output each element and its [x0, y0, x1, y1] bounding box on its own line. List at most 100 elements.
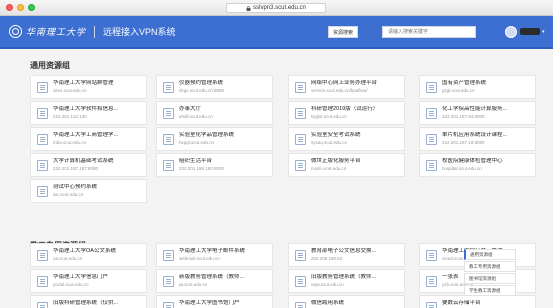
resource-card-text: 科研管理2019版（试运行） kyglxt.scut.edu.cn [311, 106, 378, 120]
resource-title: 微世正版化服务平台 [311, 158, 361, 164]
document-icon [295, 81, 306, 93]
resource-title: 化工学院高性能计算服务... [442, 106, 508, 112]
resource-card-text: 微世正版化服务平台 msdn.scut.edu.cn [311, 158, 361, 172]
resource-title: 华南理工大学OA公文系统 [53, 248, 116, 254]
resource-card[interactable]: 化工学院高性能计算服务... 222.201.187.84:8000 [419, 101, 536, 125]
resource-card[interactable]: 华南理工大学电子邮件系统 webmail.scut.edu.cn [156, 243, 273, 267]
resource-card-text: 华南理工大学网站群管理 sites.scut.edu.cn [53, 80, 114, 94]
resource-title: 教育部电子公文信息交换... [311, 248, 377, 254]
section-nav-item[interactable]: 学生教工资源组 [464, 285, 516, 296]
resource-url: jw.scut.edu.cn [179, 282, 208, 287]
resource-card[interactable]: 大学计算机基础考试系统 222.201.187.187:8080 [30, 153, 147, 177]
resource-card[interactable]: 教育部电子公文信息交换... 202.205.180.63 [288, 243, 405, 267]
search-input[interactable] [382, 26, 476, 38]
document-icon [426, 301, 437, 308]
resource-title: 组织生活平台 [179, 158, 213, 164]
resource-card-text: 化工学院高性能计算服务... 222.201.187.84:8000 [442, 106, 507, 120]
resource-card[interactable]: 测试中心预约系统 atc.scut.edu.cn [30, 179, 147, 203]
resource-card[interactable]: 仪器预约管理系统 dzgx.scut.edu.cn:8080 [156, 75, 273, 99]
document-icon [426, 159, 437, 171]
resource-card-text: 单片机应用系统设计课程... 222.201.187.18:8080 [442, 132, 507, 146]
user-avatar[interactable] [505, 26, 517, 38]
resource-card-text: 华南理工大学信息门户 portal.scut.edu.cn [53, 274, 108, 288]
resource-url: 222.201.186.150:8000 [179, 166, 225, 171]
chevron-down-icon[interactable]: ▾ [542, 29, 545, 35]
section-nav-item[interactable]: 图书馆资源组 [464, 273, 516, 284]
resource-card-text: 仪器预约管理系统 dzgx.scut.edu.cn:8080 [179, 80, 224, 94]
resource-url: mba.scut.edu.cn [53, 140, 87, 145]
resource-card[interactable]: 华南理工大学信息门户 portal.scut.edu.cn [30, 269, 147, 293]
resource-card-text: 校医院健康体检管理中心 hospital.scut.edu.cn [442, 158, 503, 172]
resource-card[interactable]: 华南理工大学网站群管理 sites.scut.edu.cn [30, 75, 147, 99]
document-icon [163, 159, 174, 171]
resource-title: 华南理工大学信息门户 [53, 274, 109, 280]
document-icon [37, 185, 48, 197]
document-icon [163, 81, 174, 93]
document-icon [426, 249, 437, 261]
document-icon [426, 107, 437, 119]
resource-url: 222.201.187.18:8080 [442, 140, 485, 145]
resource-title: 测试中心预约系统 [53, 184, 98, 190]
university-logo[interactable]: 华南理工大学 远程接入VPN系统 [9, 25, 176, 38]
resource-title: 旧版教务管理系统（教师... [311, 274, 377, 280]
resource-card[interactable]: 微信聘用系统hr.scut.edu.cn [288, 295, 405, 308]
resource-card-text: 网络中心网上业务办理平台 service.scut.edu.cn/bpaflow/ [311, 80, 377, 94]
resource-title: 新版教务管理系统（教师... [179, 274, 245, 280]
resource-card-text: 办事大厅 ehall.scut.edu.cn [179, 106, 213, 120]
resource-card[interactable]: 旧版科研管理系统（仅供...kygl.scut.edu.cn [30, 295, 147, 308]
resource-card[interactable]: 旧版教务管理系统（教师... xsjw.scut.edu.cn [288, 269, 405, 293]
document-icon [426, 275, 437, 287]
resource-url: atc.scut.edu.cn [53, 192, 84, 197]
resource-card-text: 微信聘用系统hr.scut.edu.cn [311, 300, 344, 308]
zoom-window-button[interactable] [28, 4, 35, 11]
resource-card[interactable]: 实验室化学品管理系统 hxpgl.scut.edu.cn [156, 127, 273, 151]
resource-url: oa.scut.edu.cn [53, 256, 83, 261]
resource-card[interactable]: 新版教务管理系统（教师... jw.scut.edu.cn [156, 269, 273, 293]
address-bar-url: sslvpn3.scut.edu.cn [253, 5, 306, 11]
document-icon [295, 159, 306, 171]
document-icon [37, 301, 48, 308]
resource-title: 华南理工大学工商管理学... [53, 132, 119, 138]
resource-url: hxpgl.scut.edu.cn [179, 140, 215, 145]
resource-card-text: 华南理工大学图书馆门户222.201.19.33 [179, 300, 240, 308]
university-seal-icon [9, 25, 22, 38]
resource-card[interactable]: 校医院健康体检管理中心 hospital.scut.edu.cn [419, 153, 536, 177]
resource-card[interactable]: 办事大厅 ehall.scut.edu.cn [156, 101, 273, 125]
resource-card[interactable]: 国有资产管理系统 gzgl.scut.edu.cn [419, 75, 536, 99]
document-icon [37, 81, 48, 93]
resource-title: 华南理工大学图书馆门户 [179, 300, 240, 306]
resource-title: 网络中心网上业务办理平台 [311, 80, 378, 86]
close-window-button[interactable] [6, 4, 13, 11]
document-icon [163, 133, 174, 145]
system-name: 远程接入VPN系统 [103, 27, 176, 37]
resource-card[interactable]: 科研管理2019版（试运行） kyglxt.scut.edu.cn [288, 101, 405, 125]
document-icon [37, 107, 48, 119]
resource-card-text: 新版教务管理系统（教师... jw.scut.edu.cn [179, 274, 244, 288]
resource-card[interactable]: 单片机应用系统设计课程... 222.201.187.18:8080 [419, 127, 536, 151]
minimize-window-button[interactable] [17, 4, 24, 11]
resource-card-text: 实验室安全考试系统 sysaq.scut.edu.cn [311, 132, 361, 146]
resource-card[interactable]: 华南理工大学软件和信息... 222.201.132.130 [30, 101, 147, 125]
document-icon [37, 275, 48, 287]
vpn-portal: 华南理工大学 远程接入VPN系统 资源搜索 ▾ 通用资源组 华南理工大学网站群管… [0, 16, 553, 308]
resource-url: gzgl.scut.edu.cn [442, 88, 475, 93]
resource-card[interactable]: 微世正版化服务平台 msdn.scut.edu.cn [288, 153, 405, 177]
resource-title: 要数云存储平台 [442, 300, 481, 306]
resource-card[interactable]: 华南理工大学工商管理学... mba.scut.edu.cn [30, 127, 147, 151]
resource-url: msdn.scut.edu.cn [311, 166, 347, 171]
resource-card[interactable]: 华南理工大学图书馆门户222.201.19.33 [156, 295, 273, 308]
username-redacted[interactable] [520, 28, 540, 35]
resource-card[interactable]: 网络中心网上业务办理平台 service.scut.edu.cn/bpaflow/ [288, 75, 405, 99]
resource-card[interactable]: 华南理工大学OA公文系统 oa.scut.edu.cn [30, 243, 147, 267]
resource-card[interactable]: 实验室安全考试系统 sysaq.scut.edu.cn [288, 127, 405, 151]
document-icon [163, 249, 174, 261]
address-bar[interactable]: sslvpn3.scut.edu.cn [226, 3, 326, 13]
resource-search-button[interactable]: 资源搜索 [328, 26, 358, 38]
section-nav-menu: 通用资源组 教工专用资源组 图书馆资源组 学生教工资源组 [464, 249, 516, 297]
section-nav-item[interactable]: 通用资源组 [464, 249, 516, 260]
resource-card[interactable]: 组织生活平台 222.201.186.150:8000 [156, 153, 273, 177]
section-nav-item[interactable]: 教工专用资源组 [464, 261, 516, 272]
document-icon [163, 275, 174, 287]
resource-card-text: 旧版教务管理系统（教师... xsjw.scut.edu.cn [311, 274, 376, 288]
resource-title: 华南理工大学电子邮件系统 [179, 248, 246, 254]
